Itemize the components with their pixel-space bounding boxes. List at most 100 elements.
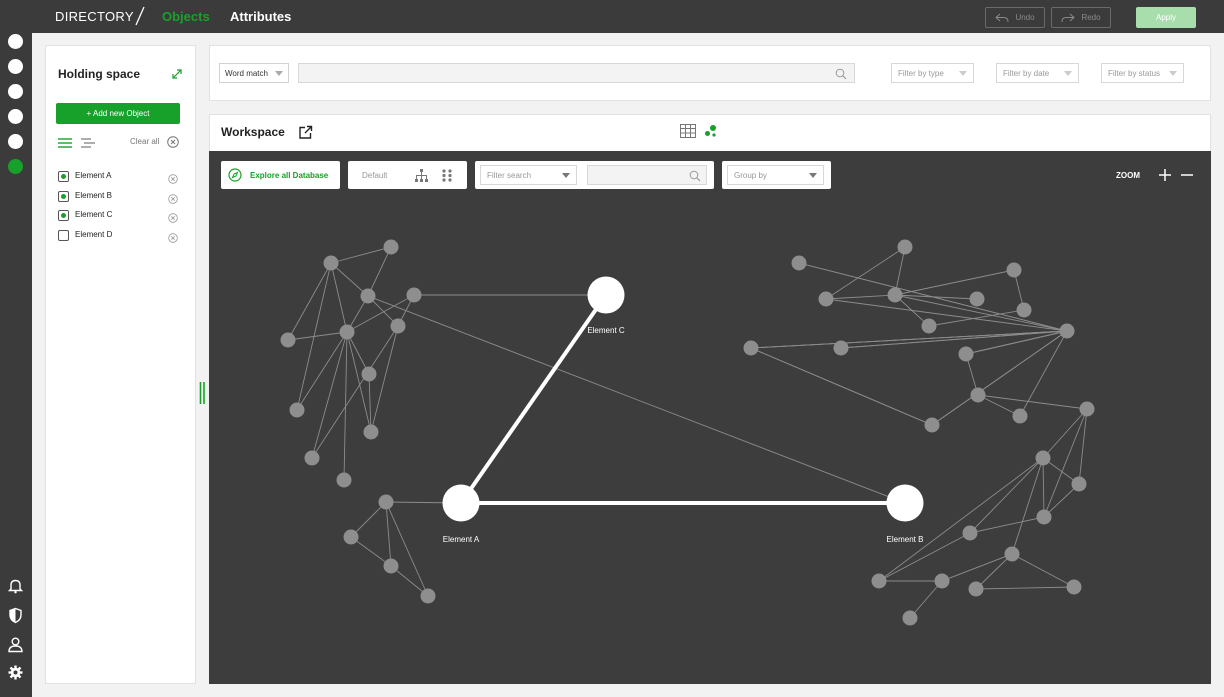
search-icon[interactable] [835,67,847,80]
workspace-canvas[interactable]: Explore all Database Default Filter sear… [209,151,1211,684]
rail-step-5[interactable] [8,134,23,149]
expand-icon[interactable] [171,67,183,79]
graph-node[interactable] [921,318,937,334]
remove-icon[interactable] [168,210,178,223]
graph-node[interactable] [1066,579,1082,595]
search-input[interactable] [298,63,855,83]
rail-step-4[interactable] [8,109,23,124]
graph-node[interactable] [743,340,759,356]
graph-node[interactable] [934,573,950,589]
remove-icon[interactable] [168,171,178,184]
clear-all-link[interactable]: Clear all [130,137,159,146]
add-new-object-button[interactable]: + Add new Object [56,103,180,124]
graph-node-element-b[interactable] [886,484,924,522]
graph-node[interactable] [1016,302,1032,318]
graph-node[interactable] [304,450,320,466]
remove-icon[interactable] [168,191,178,204]
edit-icon[interactable] [298,125,313,140]
graph-view-icon[interactable] [704,124,718,138]
user-icon[interactable] [7,636,24,653]
graph-node[interactable] [360,288,376,304]
graph-node[interactable] [378,494,394,510]
apply-button[interactable]: Apply [1136,7,1196,28]
explore-database-button[interactable]: Explore all Database [221,161,340,189]
zoom-in-icon[interactable] [1158,168,1172,182]
redo-button[interactable]: Redo [1051,7,1111,28]
compact-view-icon[interactable] [81,136,95,148]
graph-node[interactable] [1035,450,1051,466]
graph-node[interactable] [833,340,849,356]
holding-item-checkbox[interactable] [58,191,69,202]
graph-node[interactable] [339,324,355,340]
rail-step-1[interactable] [8,34,23,49]
layout-default-option[interactable]: Default [362,171,387,180]
graph-node[interactable] [1006,262,1022,278]
holding-item-checkbox[interactable] [58,171,69,182]
graph-node[interactable] [383,558,399,574]
holding-item-a[interactable]: Element A [58,170,182,184]
search-icon[interactable] [689,169,701,182]
graph-node[interactable] [390,318,406,334]
holding-item-checkbox[interactable] [58,210,69,221]
filter-by-date-select[interactable]: Filter by date [996,63,1079,83]
graph-node[interactable] [1012,408,1028,424]
zoom-out-icon[interactable] [1180,168,1194,182]
graph-node[interactable] [323,255,339,271]
gear-icon[interactable] [7,664,24,681]
graph-node[interactable] [280,332,296,348]
holding-item-c[interactable]: Element C [58,209,182,223]
holding-item-b[interactable]: Element B [58,190,182,204]
graph-node[interactable] [902,610,918,626]
match-mode-select[interactable]: Word match [219,63,289,83]
remove-icon[interactable] [168,230,178,243]
graph-node[interactable] [1071,476,1087,492]
graph-node[interactable] [343,529,359,545]
graph-node[interactable] [818,291,834,307]
graph-node-element-c[interactable] [587,276,625,314]
graph-node[interactable] [871,573,887,589]
graph-node[interactable] [791,255,807,271]
graph-node[interactable] [968,581,984,597]
holding-item-d[interactable]: Element D [58,229,182,243]
graph-node[interactable] [924,417,940,433]
graph-node[interactable] [969,291,985,307]
graph-node[interactable] [1036,509,1052,525]
graph-node-element-a[interactable] [442,484,480,522]
graph-node[interactable] [958,346,974,362]
graph-node[interactable] [406,287,422,303]
breadcrumb-attributes[interactable]: Attributes [230,9,291,24]
rail-step-6-active[interactable] [8,159,23,174]
holding-item-checkbox[interactable] [58,230,69,241]
graph-node[interactable] [1004,546,1020,562]
table-view-icon[interactable] [680,124,696,138]
clear-all-icon[interactable] [167,135,179,148]
graph-node[interactable] [1059,323,1075,339]
shield-icon[interactable] [7,607,24,624]
graph-node[interactable] [383,239,399,255]
graph-node[interactable] [363,424,379,440]
rail-step-2[interactable] [8,59,23,74]
graph-node[interactable] [962,525,978,541]
graph-edge [1042,457,1045,518]
network-graph[interactable] [209,151,1211,684]
undo-button[interactable]: Undo [985,7,1045,28]
breadcrumb-objects[interactable]: Objects [162,9,210,24]
hierarchy-icon[interactable] [415,169,428,182]
graph-node[interactable] [1079,401,1095,417]
group-by-select[interactable]: Group by [727,165,824,185]
graph-node[interactable] [289,402,305,418]
graph-node[interactable] [420,588,436,604]
panel-resize-handle[interactable] [199,382,206,404]
graph-node[interactable] [970,387,986,403]
graph-node[interactable] [897,239,913,255]
graph-node[interactable] [361,366,377,382]
list-view-icon[interactable] [58,136,72,148]
grid-dots-icon[interactable] [442,169,452,182]
filter-by-type-select[interactable]: Filter by type [891,63,974,83]
graph-node[interactable] [336,472,352,488]
graph-node[interactable] [887,287,903,303]
filter-by-status-select[interactable]: Filter by status [1101,63,1184,83]
rail-step-3[interactable] [8,84,23,99]
filter-search-select[interactable]: Filter search [480,165,577,185]
bell-icon[interactable] [7,577,24,594]
